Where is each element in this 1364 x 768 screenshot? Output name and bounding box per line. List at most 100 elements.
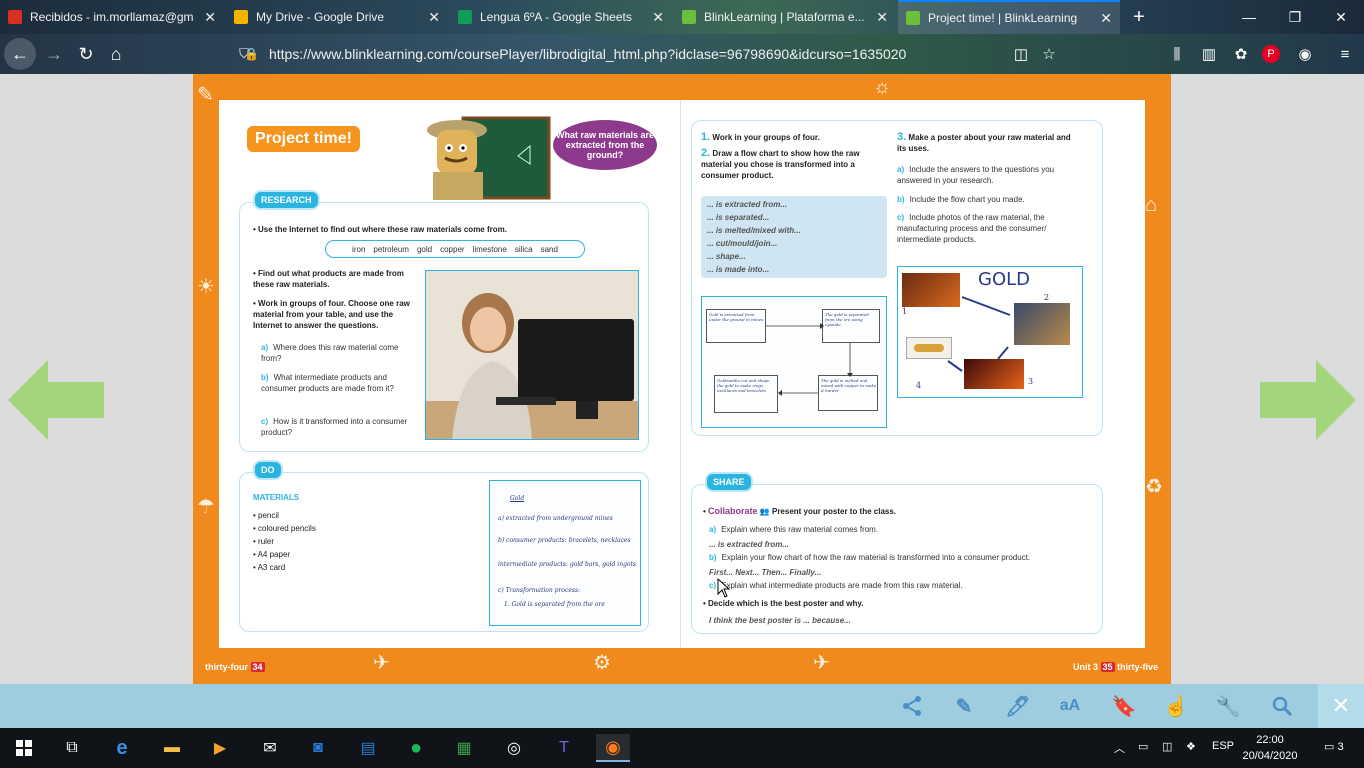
close-tab-icon[interactable]: ✕ — [428, 9, 440, 26]
step-3: 3. Make a poster about your raw material… — [897, 132, 1077, 154]
firefox-icon[interactable]: ◉ — [596, 734, 630, 762]
decorative-doodle-icon: ✈ — [373, 652, 390, 674]
home-icon[interactable]: ⌂ — [100, 38, 132, 70]
language-indicator[interactable]: ESP — [1212, 740, 1234, 752]
poster-arrows — [947, 296, 1011, 372]
tab-label: My Drive - Google Drive — [256, 10, 385, 24]
prompt-line: ... is melted/mixed with... — [707, 226, 801, 235]
notepad-icon[interactable]: ▦ — [450, 734, 478, 762]
spotify-icon[interactable]: ● — [402, 734, 430, 762]
page-number: 34 — [250, 662, 265, 672]
share-icon[interactable] — [898, 692, 926, 720]
word-icon[interactable]: ▤ — [354, 734, 382, 762]
question-text: What intermediate products and consumer … — [261, 373, 394, 393]
tray-expand-icon[interactable]: ︿ — [1114, 740, 1125, 756]
word-sand: sand — [540, 244, 558, 254]
windows-start-icon[interactable] — [10, 734, 38, 762]
collaborate-label: Collaborate — [708, 506, 758, 516]
extension-icon[interactable]: ✿ — [1230, 43, 1252, 65]
account-icon[interactable]: ◉ — [1294, 43, 1316, 65]
question-bubble: What raw materials are extracted from th… — [553, 120, 657, 170]
tab-google-sheets[interactable]: Lengua 6ºA - Google Sheets ✕ — [450, 0, 672, 34]
handwriting-line: intermediate products: gold bars, gold i… — [498, 561, 637, 568]
back-arrow-icon[interactable]: ← — [4, 38, 36, 70]
search-icon[interactable] — [1268, 692, 1296, 720]
close-tab-icon[interactable]: ✕ — [204, 9, 216, 26]
close-window-icon[interactable]: ✕ — [1318, 0, 1364, 34]
task-view-icon[interactable]: ⧉ — [58, 734, 86, 762]
girl-at-computer-photo — [425, 270, 639, 440]
right-page-footer: Unit 3 35 thirty-five — [1073, 662, 1158, 672]
material-item: • ruler — [253, 537, 275, 546]
outlook-icon[interactable]: ◙ — [304, 734, 332, 762]
media-player-icon[interactable]: ▶ — [206, 734, 234, 762]
share-hint-b: First... Next... Then... Finally... — [709, 568, 822, 577]
restore-icon[interactable]: ❐ — [1272, 0, 1318, 34]
url-bar[interactable]: 🔒 https://www.blinklearning.com/coursePl… — [228, 39, 1068, 69]
wrench-icon[interactable]: 🔧 — [1214, 692, 1242, 720]
decorative-doodle-icon: ⌂ — [1145, 194, 1158, 216]
menu-icon[interactable]: ≡ — [1334, 43, 1356, 65]
dropbox-icon[interactable]: ❖ — [1186, 740, 1196, 753]
flow-arrows — [766, 323, 853, 396]
battery-icon[interactable]: ▭ — [1138, 740, 1148, 753]
close-reader-icon[interactable]: ✕ — [1318, 684, 1364, 728]
research-tag: RESEARCH — [253, 190, 320, 210]
previous-page-arrow-icon[interactable] — [8, 360, 104, 440]
text-size-icon[interactable]: aA — [1056, 692, 1084, 720]
item-letter: b) — [897, 195, 905, 204]
bookmark-icon[interactable]: 🔖 — [1110, 692, 1138, 720]
word-gold: gold — [416, 244, 433, 254]
library-icon[interactable]: ⫼ — [1166, 43, 1188, 65]
question-a: a) Where does this raw material come from… — [261, 342, 411, 364]
sidebar-icon[interactable]: ▥ — [1198, 43, 1220, 65]
tab-google-drive[interactable]: My Drive - Google Drive ✕ — [226, 0, 448, 34]
decorative-doodle-icon: ⚙ — [593, 652, 611, 674]
star-icon[interactable]: ☆ — [1038, 43, 1060, 65]
bullet-find-products: • Find out what products are made from t… — [253, 269, 404, 289]
notifications-icon[interactable]: ▭ 3 — [1324, 740, 1344, 753]
next-page-arrow-icon[interactable] — [1260, 360, 1356, 440]
decorative-doodle-icon: ☂ — [197, 496, 215, 518]
network-icon[interactable]: ◫ — [1162, 740, 1172, 753]
handwriting-line: 1. Gold is separated from the ore — [504, 601, 605, 608]
reload-icon[interactable]: ↻ — [70, 38, 102, 70]
word-petroleum: petroleum — [373, 244, 409, 254]
mail-icon[interactable]: ✉ — [256, 734, 284, 762]
obs-icon[interactable]: ◎ — [500, 734, 528, 762]
notification-count: 3 — [1337, 741, 1344, 753]
clock-date: 20/04/2020 — [1242, 750, 1298, 762]
pocket-icon[interactable]: ◫ — [1010, 43, 1032, 65]
system-clock[interactable]: 22:00 20/04/2020 — [1238, 732, 1302, 764]
tab-project-time[interactable]: Project time! | BlinkLearning ✕ — [898, 0, 1120, 34]
new-tab-button[interactable]: + — [1124, 0, 1154, 34]
tab-gmail[interactable]: Recibidos - im.morllamaz@gm ✕ — [0, 0, 224, 34]
research-intro: • Use the Internet to find out where the… — [253, 225, 507, 234]
pinterest-icon[interactable]: P — [1262, 45, 1280, 63]
edge-icon[interactable]: e — [108, 734, 136, 762]
right-page: 1. Work in your groups of four. 2. Draw … — [681, 100, 1145, 648]
word-iron: iron — [352, 244, 366, 254]
url-text: https://www.blinklearning.com/coursePlay… — [268, 46, 907, 62]
item-letter: b) — [709, 553, 717, 562]
file-explorer-icon[interactable]: ▬ — [158, 734, 186, 762]
close-tab-icon[interactable]: ✕ — [652, 9, 664, 26]
word-silica: silica — [514, 244, 533, 254]
forward-arrow-icon[interactable]: → — [38, 38, 70, 70]
tab-blinklearning-platform[interactable]: BlinkLearning | Plataforma e... ✕ — [674, 0, 896, 34]
research-intro-text: Use the Internet to find out where these… — [258, 225, 507, 234]
hand-icon[interactable]: ☝ — [1162, 692, 1190, 720]
flow-chart-image: Gold is extracted from under the ground … — [701, 296, 887, 428]
teams-icon[interactable]: T — [550, 734, 578, 762]
close-tab-icon[interactable]: ✕ — [876, 9, 888, 26]
step-number: 2. — [701, 147, 711, 159]
pencil-icon[interactable]: ✎ — [950, 692, 978, 720]
close-tab-icon[interactable]: ✕ — [1100, 10, 1112, 27]
tab-label: BlinkLearning | Plataforma e... — [704, 10, 865, 24]
minimize-icon[interactable]: — — [1226, 0, 1272, 34]
item-text: Explain what intermediate products are m… — [721, 581, 963, 590]
question-letter: a) — [261, 343, 269, 352]
tab-label: Project time! | BlinkLearning — [928, 11, 1078, 25]
marker-icon[interactable]: 🖊 — [1004, 692, 1032, 720]
question-letter: b) — [261, 373, 269, 382]
